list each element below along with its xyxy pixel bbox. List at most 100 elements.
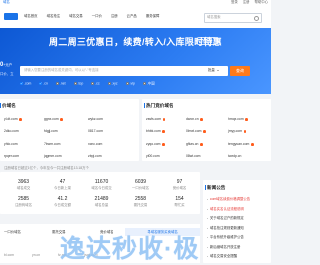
news-item[interactable]: 平台系统升级维护公告 bbox=[207, 233, 250, 243]
main-nav: 域名首页 域名抢注 域名交易 一口价 注册 云产品 服务保障 域名搜索 bbox=[0, 6, 271, 29]
domain-link[interactable]: bhbk.com bbox=[146, 126, 186, 139]
domain-link[interactable]: rpqer.com bbox=[4, 151, 44, 164]
domain-link[interactable]: hmqx.com bbox=[228, 113, 273, 126]
bottom-col[interactable]: 委托交易 bbox=[52, 230, 100, 234]
domain-link[interactable]: 2dko.com bbox=[4, 126, 44, 139]
flame-icon bbox=[200, 117, 203, 121]
flame-icon bbox=[162, 117, 166, 121]
bottom-col[interactable]: 一口价域名 bbox=[4, 230, 52, 234]
stat-item: 2585 注册商域名 bbox=[4, 196, 43, 207]
news-item[interactable]: 域名实名认证流程说明 bbox=[207, 205, 250, 215]
stat-label: 一口价域名 bbox=[132, 186, 149, 190]
domain-link[interactable]: yhlo.com bbox=[4, 138, 44, 151]
topbar-brand[interactable]: 域名 bbox=[3, 0, 10, 4]
tld-option[interactable]: .xyz bbox=[107, 82, 118, 86]
help-link[interactable]: 帮助中心 bbox=[254, 0, 268, 4]
stats-panel: 3963 域名成交 47 今日新上架 11670 域名今日成交 6039 一口价域名 97 竞价域… bbox=[0, 172, 200, 214]
flame-icon bbox=[245, 117, 248, 121]
domain-link[interactable]: 7bwm.com bbox=[44, 138, 88, 151]
domain-name: fdgjj.com bbox=[44, 129, 58, 134]
nav-item-snap[interactable]: 域名抢注 bbox=[47, 14, 61, 18]
tld-option[interactable]: .vip bbox=[125, 82, 135, 86]
search-icon[interactable] bbox=[254, 15, 259, 21]
stat-item: 2558 委托交易 bbox=[121, 196, 160, 207]
nav-item-trade[interactable]: 域名交易 bbox=[69, 14, 83, 18]
domain-link[interactable]: wykz.com bbox=[88, 113, 138, 126]
tld-option[interactable]: .top bbox=[73, 82, 83, 86]
domain-name: dwon.cn bbox=[186, 116, 199, 121]
news-text: 关于域名过户的新规定 bbox=[209, 216, 244, 221]
domain-link[interactable]: zbpj.com bbox=[88, 151, 138, 164]
nav-search-box[interactable]: 域名搜索 bbox=[204, 13, 262, 23]
stat-label: 帮忙买 bbox=[174, 203, 185, 208]
domain-query-input[interactable]: 请输入您要注册的域名或关键词，可以以“-”号连接 批量 bbox=[20, 66, 228, 76]
stat-item: 21489 域名总量 bbox=[82, 196, 121, 207]
domain-link[interactable]: gfkzs.cn bbox=[186, 138, 228, 151]
bottom-panel: 一口价域名 委托交易 竞价域名 寻域名服务买卖域名 bl.com yn.cn f… bbox=[0, 224, 200, 263]
stat-value: 2585 bbox=[17, 196, 30, 203]
domain-link[interactable]: fdgjj.com bbox=[44, 126, 88, 139]
ticker-item[interactable]: jsqjj.com bbox=[84, 253, 97, 257]
news-item[interactable]: com域名续费价格调整公告 bbox=[207, 195, 250, 205]
domain-name: zbpj.com bbox=[88, 154, 102, 159]
bullet-icon bbox=[207, 208, 209, 210]
hero-cta-button[interactable]: 立即查看 › bbox=[196, 37, 218, 45]
batch-select[interactable]: 批量 bbox=[208, 68, 219, 72]
stat-value: 47 bbox=[59, 179, 66, 185]
tld-option[interactable]: .com bbox=[20, 82, 31, 86]
tld-option[interactable]: .中国 bbox=[142, 82, 155, 86]
tld-option[interactable]: .cn bbox=[39, 82, 48, 86]
bottom-banner[interactable]: 寻域名服务买卖域名 bbox=[125, 228, 200, 236]
stat-value: 41.2 bbox=[57, 196, 68, 203]
domain-link[interactable]: zyqo.com bbox=[146, 138, 186, 151]
hero-headline: 周二周三优惠日，续费/转入/入库限时特惠 bbox=[48, 37, 222, 47]
domain-link[interactable]: jmyy.com bbox=[228, 126, 273, 139]
news-item[interactable]: 域名交易安全提醒 bbox=[207, 252, 250, 262]
domain-link[interactable]: yl.dt.com bbox=[4, 113, 44, 126]
domain-link[interactable]: 0817.com bbox=[88, 126, 138, 139]
domain-name: yhlo.com bbox=[4, 141, 18, 146]
nav-item-cloud[interactable]: 云产品 bbox=[127, 14, 137, 18]
news-item[interactable]: 关于域名过户的新规定 bbox=[207, 214, 250, 224]
news-item[interactable]: 新后缀域名开放注册 bbox=[207, 243, 250, 253]
domain-link[interactable]: dwon.cn bbox=[186, 113, 228, 126]
fixed-price-title: 价域名 bbox=[2, 103, 16, 108]
hot-domain-grid: zssfs.com dwon.cn hmqx.com bhbk.com 0lmxt.co… bbox=[146, 113, 273, 163]
news-item[interactable]: 域名抢注规则更新通知 bbox=[207, 224, 250, 234]
stat-label: 今日成交额 bbox=[54, 203, 71, 208]
flame-icon bbox=[199, 142, 203, 146]
tld-option[interactable]: .cc bbox=[91, 82, 100, 86]
ticker-item[interactable]: bl.com bbox=[4, 253, 14, 257]
stat-label: 域名成交 bbox=[16, 186, 31, 190]
news-text: 域名抢注规则更新通知 bbox=[209, 225, 244, 230]
ticker-item[interactable]: yn.cn bbox=[32, 253, 40, 257]
stat-label: 域名今日成交 bbox=[91, 186, 112, 190]
domain-link[interactable]: twzdp.cn bbox=[228, 151, 273, 164]
login-link[interactable]: 登录 bbox=[231, 0, 238, 4]
stat-label: 今日新上架 bbox=[54, 186, 71, 190]
domain-link[interactable]: jqgmm.com bbox=[44, 151, 88, 164]
domain-name: 7bwm.com bbox=[44, 141, 61, 146]
domain-name: bhbk.com bbox=[146, 129, 161, 134]
domain-link[interactable]: ggnx.com bbox=[44, 113, 88, 126]
nav-item-register[interactable]: 注册 bbox=[111, 14, 118, 18]
domain-link[interactable]: 08wt.com bbox=[186, 151, 228, 164]
site-logo[interactable] bbox=[4, 13, 18, 20]
domain-name: twzdp.cn bbox=[228, 154, 242, 159]
nav-item-home[interactable]: 域名首页 bbox=[24, 14, 38, 18]
register-link[interactable]: 注册 bbox=[243, 0, 250, 4]
domain-link[interactable]: 0lmxt.com bbox=[186, 126, 228, 139]
bullet-icon bbox=[207, 199, 209, 201]
ticker-item[interactable]: fz.net bbox=[58, 253, 66, 257]
domain-link[interactable]: yl00.com bbox=[146, 151, 186, 164]
nav-item-fixed[interactable]: 一口价 bbox=[92, 14, 102, 18]
domain-link[interactable]: xcnc.com bbox=[88, 138, 138, 151]
stat-value: 11670 bbox=[94, 179, 109, 185]
domain-name: yl.dt.com bbox=[4, 116, 18, 121]
tld-option[interactable]: .net bbox=[55, 82, 66, 86]
domain-name: wykz.com bbox=[88, 116, 103, 121]
domain-link[interactable]: zssfs.com bbox=[146, 113, 186, 126]
nav-item-service[interactable]: 服务保障 bbox=[146, 14, 160, 18]
domain-link[interactable]: tengyuan.com bbox=[228, 138, 273, 151]
query-button[interactable]: 查询 bbox=[230, 66, 250, 76]
